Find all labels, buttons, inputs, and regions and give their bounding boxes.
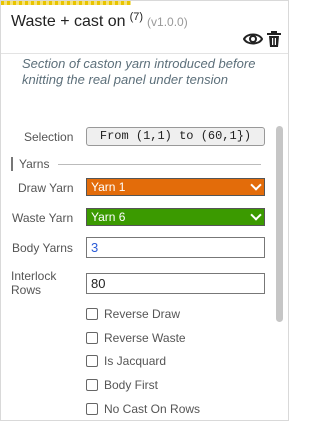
draw-yarn-label: Draw Yarn [18, 181, 74, 195]
interlock-rows-label: Interlock Rows [11, 269, 57, 297]
panel-count: (7) [129, 11, 144, 23]
trash-icon[interactable] [266, 30, 282, 48]
panel-version: (v1.0.0) [147, 15, 188, 29]
section-rule [58, 164, 261, 165]
scrollbar-thumb[interactable] [276, 126, 283, 322]
yarns-section-header: Yarns [11, 157, 261, 171]
no-cast-on-rows-label: No Cast On Rows [104, 402, 201, 416]
properties-panel: Waste + cast on (7) (v1.0.0) Section of ca… [0, 0, 289, 421]
no-cast-on-rows-checkbox[interactable] [86, 403, 98, 415]
is-jacquard-checkbox[interactable] [86, 355, 98, 367]
body-first-label: Body First [104, 378, 159, 392]
reverse-draw-checkbox[interactable] [86, 308, 98, 320]
chevron-down-icon [250, 179, 262, 191]
body-yarns-input[interactable]: 3 [86, 237, 265, 258]
waste-yarn-value: Yarn 6 [91, 210, 126, 224]
waste-yarn-select[interactable]: Yarn 6 [86, 208, 265, 226]
is-jacquard-label: Is Jacquard [104, 354, 167, 368]
section-bar [11, 157, 13, 171]
waste-yarn-label: Waste Yarn [12, 211, 74, 225]
chevron-down-icon [250, 209, 262, 221]
yarns-section-label: Yarns [19, 157, 50, 171]
draw-yarn-select[interactable]: Yarn 1 [86, 178, 265, 196]
header-divider [1, 53, 288, 54]
top-stripe [1, 1, 131, 5]
reverse-waste-label: Reverse Waste [104, 331, 186, 345]
panel-description: Section of caston yarn introduced before… [22, 56, 256, 87]
reverse-draw-label: Reverse Draw [104, 307, 181, 321]
eye-icon[interactable] [243, 30, 263, 48]
selection-button[interactable]: From (1,1) to (60,1}) [86, 127, 265, 146]
body-first-checkbox[interactable] [86, 379, 98, 391]
panel-title-text: Waste + cast on [11, 13, 126, 30]
selection-label: Selection [24, 130, 74, 144]
reverse-waste-checkbox[interactable] [86, 332, 98, 344]
body-yarns-label: Body Yarns [12, 241, 73, 255]
draw-yarn-value: Yarn 1 [91, 180, 126, 194]
interlock-rows-input[interactable]: 80 [86, 273, 265, 294]
panel-title: Waste + cast on (7) (v1.0.0) [11, 11, 188, 31]
